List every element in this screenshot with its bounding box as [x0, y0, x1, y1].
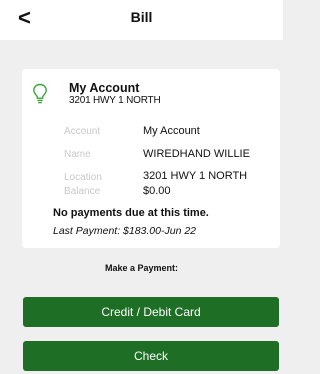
page-title: Bill: [130, 9, 153, 25]
check-button[interactable]: Check: [23, 341, 279, 371]
location-value: 3201 HWY 1 NORTH: [143, 170, 248, 182]
account-value: My Account: [143, 125, 200, 137]
account-card: My Account 3201 HWY 1 NORTH Account My A…: [22, 69, 280, 248]
no-payments-notice: No payments due at this time.: [53, 207, 209, 219]
account-address: 3201 HWY 1 NORTH: [69, 95, 161, 106]
header-bar: < Bill: [0, 0, 283, 40]
name-label: Name: [64, 149, 91, 160]
balance-label: Balance: [64, 186, 101, 197]
balance-value: $0.00: [143, 185, 171, 197]
account-name: My Account: [69, 81, 140, 95]
account-label: Account: [64, 126, 101, 137]
location-label: Location: [64, 172, 102, 183]
credit-debit-card-button[interactable]: Credit / Debit Card: [23, 297, 279, 327]
name-value: WIREDHAND WILLIE: [143, 148, 250, 160]
make-payment-heading: Make a Payment:: [104, 263, 179, 273]
lightbulb-icon: [33, 83, 47, 104]
last-payment-text: Last Payment: $183.00-Jun 22: [53, 225, 197, 237]
